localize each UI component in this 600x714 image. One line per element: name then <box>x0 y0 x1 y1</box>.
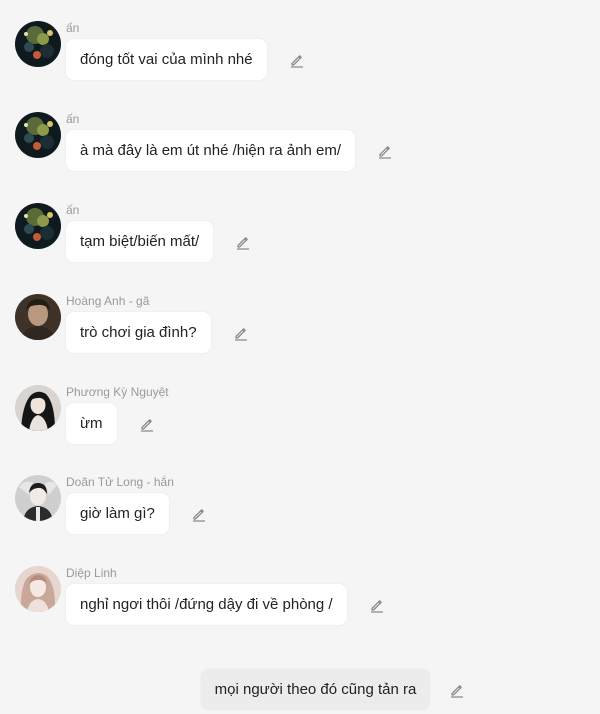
message-row: à mà đây là em út nhé /hiện ra ảnh em/ <box>66 130 394 171</box>
avatar[interactable] <box>15 112 61 158</box>
message-bubble[interactable]: trò chơi gia đình? <box>66 312 211 353</box>
pencil-icon[interactable] <box>448 681 466 699</box>
message-item: Doãn Tử Long - hắn giờ làm gì? <box>15 475 585 555</box>
message-row: tạm biệt/biến mất/ <box>66 221 252 262</box>
message-item: Phương Kỳ Nguyệt ừm <box>15 385 585 465</box>
message-bubble[interactable]: đóng tốt vai của mình nhé <box>66 39 267 80</box>
sender-name: Hoàng Anh - gã <box>66 294 150 308</box>
pencil-icon[interactable] <box>376 142 394 160</box>
narration-bubble[interactable]: mọi người theo đó cũng tản ra <box>200 669 431 710</box>
message-item: Hoàng Anh - gã trò chơi gia đình? <box>15 294 585 374</box>
avatar[interactable] <box>15 21 61 67</box>
pencil-icon[interactable] <box>288 51 306 69</box>
message-item: Diệp Linh nghỉ ngơi thôi /đứng dậy đi về… <box>15 566 585 646</box>
message-row: trò chơi gia đình? <box>66 312 250 353</box>
message-bubble[interactable]: à mà đây là em út nhé /hiện ra ảnh em/ <box>66 130 355 171</box>
avatar[interactable] <box>15 385 61 431</box>
sender-name: Diệp Linh <box>66 566 117 580</box>
pencil-icon[interactable] <box>368 596 386 614</box>
message-bubble[interactable]: giờ làm gì? <box>66 493 169 534</box>
avatar[interactable] <box>15 566 61 612</box>
sender-name: ấn <box>66 21 80 35</box>
avatar[interactable] <box>15 294 61 340</box>
pencil-icon[interactable] <box>232 324 250 342</box>
message-item: ấn à mà đây là em út nhé /hiện ra ảnh em… <box>15 112 585 192</box>
sender-name: ấn <box>66 112 80 126</box>
sender-name: Doãn Tử Long - hắn <box>66 475 174 489</box>
narration-row: mọi người theo đó cũng tản ra <box>0 669 600 710</box>
chat-log: ấn đóng tốt vai của mình nhé ấn à mà đây… <box>0 0 600 714</box>
sender-name: ấn <box>66 203 80 217</box>
message-item: ấn đóng tốt vai của mình nhé <box>15 21 585 101</box>
message-bubble[interactable]: tạm biệt/biến mất/ <box>66 221 214 262</box>
message-item: ấn tạm biệt/biến mất/ <box>15 203 585 283</box>
pencil-icon[interactable] <box>234 233 252 251</box>
avatar[interactable] <box>15 475 61 521</box>
avatar[interactable] <box>15 203 61 249</box>
sender-name: Phương Kỳ Nguyệt <box>66 385 169 399</box>
message-row: ừm <box>66 403 156 444</box>
pencil-icon[interactable] <box>138 415 156 433</box>
message-bubble[interactable]: ừm <box>66 403 117 444</box>
message-row: đóng tốt vai của mình nhé <box>66 39 306 80</box>
message-row: giờ làm gì? <box>66 493 208 534</box>
message-bubble[interactable]: nghỉ ngơi thôi /đứng dậy đi về phòng / <box>66 584 347 625</box>
message-row: nghỉ ngơi thôi /đứng dậy đi về phòng / <box>66 584 386 625</box>
pencil-icon[interactable] <box>190 505 208 523</box>
